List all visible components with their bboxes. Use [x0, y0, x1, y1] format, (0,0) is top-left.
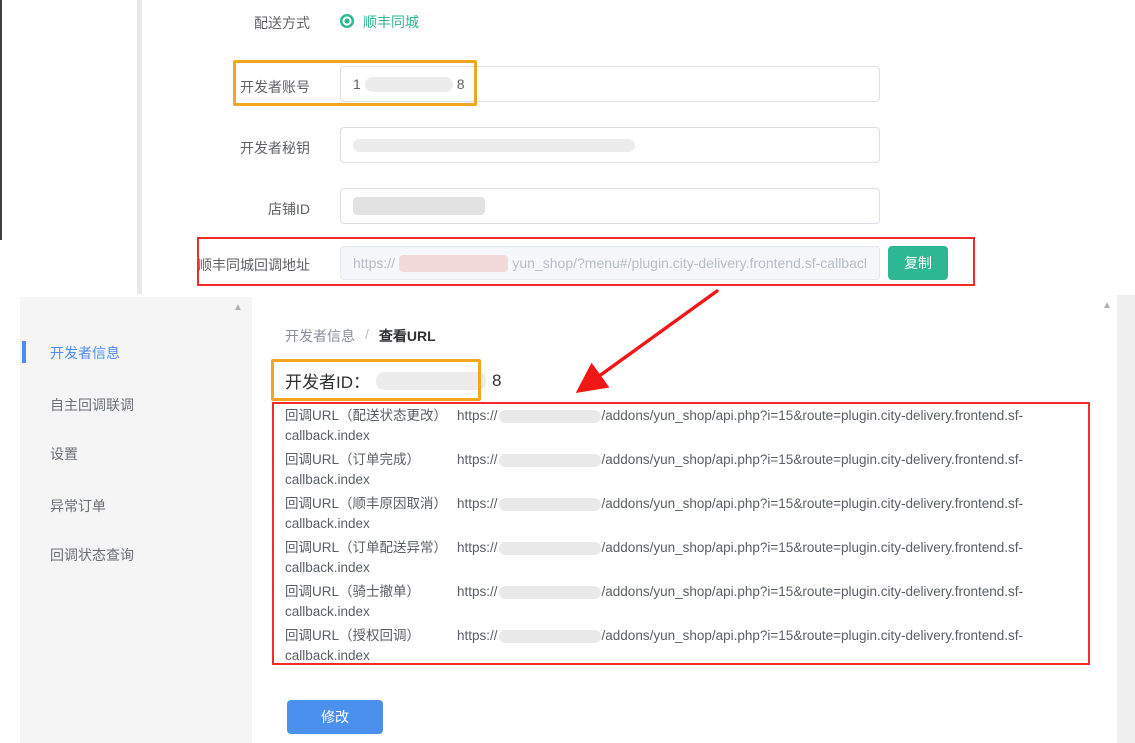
callback-url-list: 回调URL（配送状态更改）https:///addons/yun_shop/ap… — [285, 406, 1081, 670]
sidebar-item-callback-status-query[interactable]: 回调状态查询 — [50, 545, 134, 565]
sidebar-active-indicator — [22, 341, 26, 363]
url-wrap-line: callback.index — [285, 604, 370, 619]
radio-selected-icon[interactable] — [340, 14, 354, 28]
url-scheme: https:// — [457, 408, 498, 423]
right-scrollbar-track[interactable] — [1117, 295, 1135, 743]
developer-account-input[interactable]: 1 8 — [340, 66, 880, 102]
redacted-blob — [353, 197, 485, 215]
callback-url-row: 回调URL（授权回调）https:// /addons/yun_shop/api.… — [285, 626, 1081, 666]
url-wrap-line: callback.index — [285, 516, 370, 531]
developer-account-label: 开发者账号 — [110, 77, 310, 97]
url-wrap-line: callback.index — [285, 560, 370, 575]
sidebar-item-abnormal-orders[interactable]: 异常订单 — [50, 496, 106, 516]
delivery-option-sf-city[interactable]: 顺丰同城 — [363, 12, 419, 32]
redacted-blob — [499, 498, 601, 511]
redacted-blob — [399, 255, 508, 272]
callback-url-row-label: 回调URL（授权回调） — [285, 626, 457, 646]
shop-id-input[interactable] — [340, 188, 880, 224]
url-scheme: https:// — [457, 628, 498, 643]
breadcrumb-separator: / — [365, 326, 369, 346]
url-wrap-line: callback.index — [285, 428, 370, 443]
scroll-up-icon[interactable]: ▲ — [1102, 301, 1112, 311]
callback-url-row-label: 回调URL（骑士撤单） — [285, 582, 457, 602]
callback-url-row: 回调URL（骑士撤单）https:// /addons/yun_shop/api.… — [285, 582, 1081, 622]
url-scheme: https:// — [457, 540, 498, 555]
callback-url-row-label: 回调URL（订单配送异常） — [285, 538, 457, 558]
url-suffix: /addons/yun_shop/api.php?i=15&route=plug… — [602, 540, 1024, 555]
breadcrumb: 开发者信息 / 查看URL — [285, 326, 436, 346]
shop-id-label: 店铺ID — [110, 199, 310, 219]
redacted-blob — [376, 372, 486, 390]
redacted-blob — [353, 139, 635, 152]
callback-url-row: 回调URL（订单配送异常）https:// /addons/yun_shop/ap… — [285, 538, 1081, 578]
url-suffix: /addons/yun_shop/api.php?i=15&route=plug… — [602, 628, 1024, 643]
callback-url-prefix: https:// — [353, 255, 395, 271]
url-suffix: /addons/yun_shop/api.php?i=15&route=plug… — [602, 584, 1024, 599]
copy-button[interactable]: 复制 — [888, 246, 948, 280]
developer-secret-input[interactable] — [340, 127, 880, 163]
sf-callback-address-input[interactable]: https:// yun_shop/?menu#/plugin.city-del… — [340, 246, 880, 280]
redacted-blob — [499, 586, 601, 599]
breadcrumb-view-url: 查看URL — [379, 326, 436, 346]
url-suffix: /addons/yun_shop/api.php?i=15&route=plug… — [602, 408, 1024, 423]
scroll-up-icon[interactable]: ▲ — [233, 303, 243, 313]
callback-url-row: 回调URL（配送状态更改）https:// /addons/yun_shop/ap… — [285, 406, 1081, 446]
sidebar-item-self-callback-debug[interactable]: 自主回调联调 — [50, 395, 134, 415]
breadcrumb-developer-info[interactable]: 开发者信息 — [285, 326, 355, 346]
modify-button[interactable]: 修改 — [287, 700, 383, 734]
developer-account-value-end: 8 — [457, 76, 465, 92]
sidebar-item-developer-info[interactable]: 开发者信息 — [50, 343, 120, 363]
url-suffix: /addons/yun_shop/api.php?i=15&route=plug… — [602, 496, 1024, 511]
redacted-blob — [499, 542, 601, 555]
callback-url-row-label: 回调URL（配送状态更改） — [285, 406, 457, 426]
url-suffix: /addons/yun_shop/api.php?i=15&route=plug… — [602, 452, 1024, 467]
url-wrap-line: callback.index — [285, 472, 370, 487]
redacted-blob — [499, 410, 601, 423]
url-scheme: https:// — [457, 496, 498, 511]
developer-secret-label: 开发者秘钥 — [110, 138, 310, 158]
window-edge-line — [0, 0, 2, 240]
callback-url-row: 回调URL（顺丰原因取消）https:// /addons/yun_shop/ap… — [285, 494, 1081, 534]
sidebar: ▲ 开发者信息 自主回调联调 设置 异常订单 回调状态查询 — [20, 297, 252, 743]
delivery-method-label: 配送方式 — [110, 13, 310, 33]
url-scheme: https:// — [457, 452, 498, 467]
sf-callback-address-label: 顺丰同城回调地址 — [110, 255, 310, 275]
redacted-blob — [499, 630, 601, 643]
url-wrap-line: callback.index — [285, 648, 370, 663]
callback-url-row-label: 回调URL（顺丰原因取消） — [285, 494, 457, 514]
red-arrow-down-left — [560, 280, 740, 405]
developer-account-value-start: 1 — [353, 76, 361, 92]
url-scheme: https:// — [457, 584, 498, 599]
developer-id-line: 开发者ID： 8 — [285, 368, 501, 393]
sidebar-item-settings[interactable]: 设置 — [50, 444, 78, 464]
callback-url-visible: yun_shop/?menu#/plugin.city-delivery.fro… — [512, 255, 867, 271]
callback-url-row-label: 回调URL（订单完成） — [285, 450, 457, 470]
redacted-blob — [499, 454, 601, 467]
page: 配送方式 顺丰同城 开发者账号 1 8 开发者秘钥 店铺ID 顺丰同城回调地址 … — [0, 0, 1135, 743]
developer-id-value-end: 8 — [492, 371, 501, 391]
developer-id-label: 开发者ID： — [285, 368, 370, 393]
redacted-blob — [365, 77, 453, 92]
callback-url-row: 回调URL（订单完成）https:// /addons/yun_shop/api.… — [285, 450, 1081, 490]
